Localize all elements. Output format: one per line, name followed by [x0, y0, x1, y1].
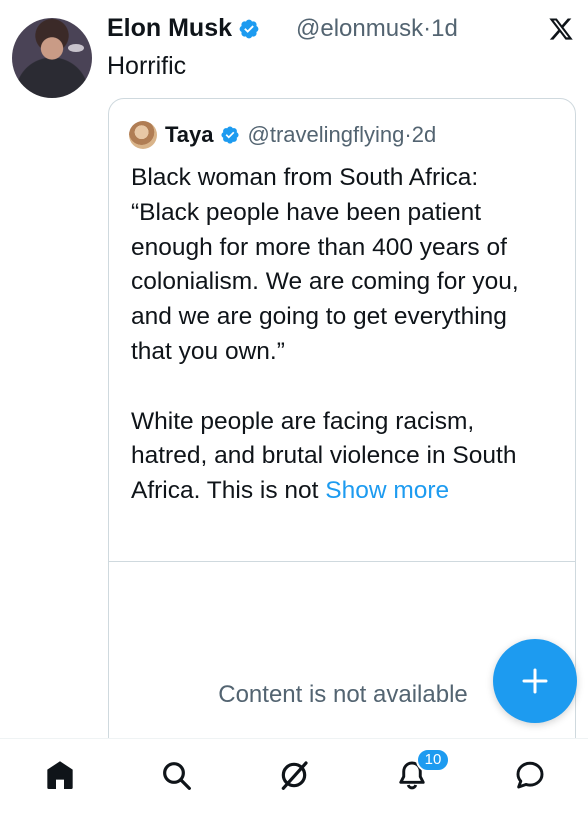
quoted-paragraph-2: White people are facing racism, hatred, … [131, 405, 551, 509]
notifications-count-badge: 10 [416, 748, 450, 772]
verified-badge-icon [239, 19, 259, 38]
quoted-time-separator: · [404, 122, 412, 147]
time-separator: · [423, 14, 432, 42]
quoted-post-time: 2d [411, 122, 437, 147]
quoted-post-text: Black woman from South Africa: “Black pe… [131, 161, 551, 509]
post-text: Horrific [107, 52, 187, 80]
quoted-post-header: Taya @travelingflying·2d [129, 121, 436, 149]
quoted-handle-text: @travelingflying [247, 122, 405, 147]
nav-search[interactable] [156, 755, 196, 795]
nav-grok[interactable] [274, 755, 314, 795]
search-icon [163, 762, 191, 790]
post-time: 1d [431, 14, 458, 42]
author-avatar[interactable] [12, 18, 92, 98]
nav-messages[interactable] [510, 755, 550, 795]
quoted-paragraph-2-text: White people are facing racism, hatred, … [131, 407, 517, 505]
plus-icon [522, 668, 548, 694]
home-icon [47, 761, 73, 789]
quoted-author-avatar[interactable] [129, 121, 157, 149]
post-header: Elon Musk @elonmusk·1d [107, 14, 458, 43]
verified-badge-icon [220, 126, 239, 144]
quoted-paragraph-1: Black woman from South Africa: “Black pe… [131, 164, 519, 365]
grok-icon [281, 761, 308, 790]
compose-post-button[interactable] [493, 639, 577, 723]
author-handle[interactable]: @elonmusk·1d [296, 15, 458, 43]
x-logo-icon[interactable] [548, 16, 574, 42]
nav-home[interactable] [40, 755, 80, 795]
quoted-author-name[interactable]: Taya [165, 122, 214, 148]
avatar-smoke-detail [68, 44, 84, 52]
author-name[interactable]: Elon Musk [107, 14, 232, 43]
handle-text: @elonmusk [296, 14, 424, 42]
bottom-navigation-bar [0, 738, 588, 832]
media-divider [109, 561, 575, 562]
quoted-author-handle[interactable]: @travelingflying·2d [248, 122, 437, 148]
show-more-link[interactable]: Show more [325, 477, 449, 504]
messages-icon [516, 761, 544, 789]
